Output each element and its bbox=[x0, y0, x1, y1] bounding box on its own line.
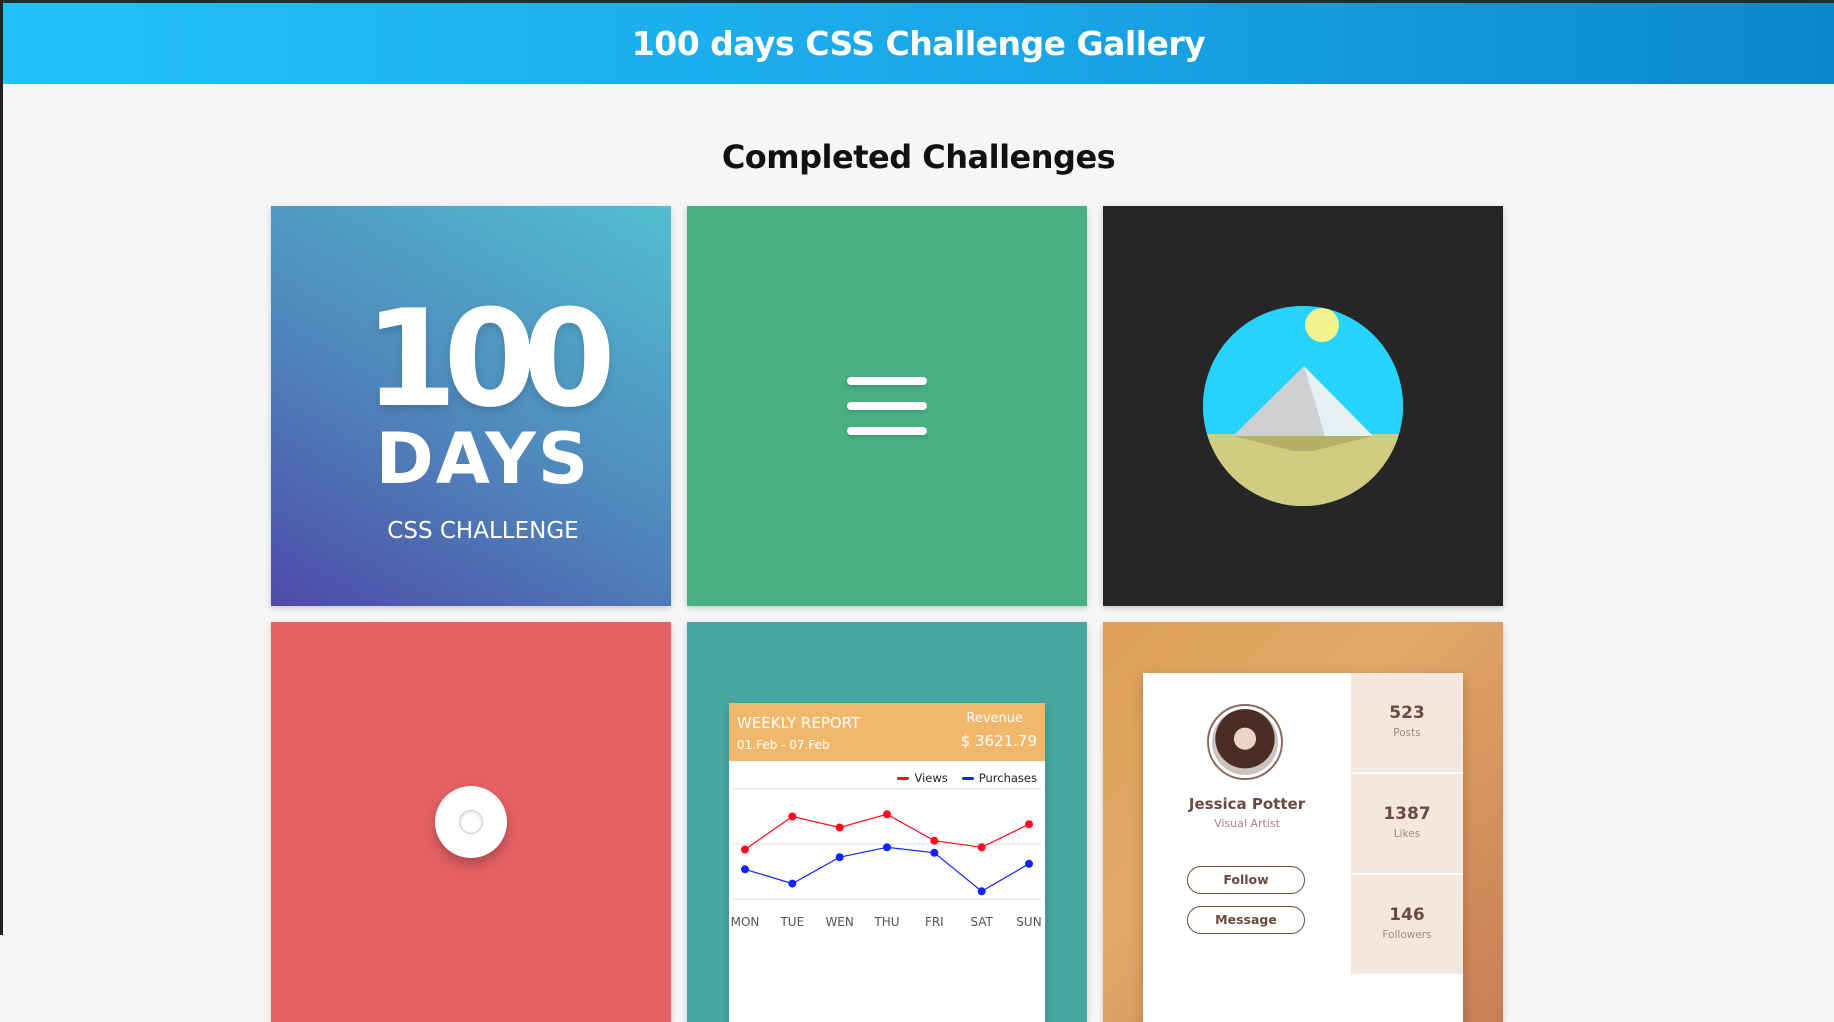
follow-button[interactable]: Follow bbox=[1187, 866, 1305, 894]
data-point-views bbox=[977, 843, 986, 852]
profile-role: Visual Artist bbox=[1214, 817, 1280, 830]
stat-posts: 523 Posts bbox=[1351, 673, 1463, 772]
toggle-indicator bbox=[459, 810, 483, 834]
logo-subtitle: CSS CHALLENGE bbox=[387, 518, 579, 544]
x-tick-label: WEN bbox=[825, 915, 853, 929]
stat-likes: 1387 Likes bbox=[1351, 774, 1463, 873]
pyramid-icon bbox=[1203, 306, 1403, 506]
challenge-card-weekly-report[interactable]: WEEKLY REPORT 01.Feb - 07.Feb Revenue $ … bbox=[687, 622, 1087, 1022]
x-tick-label: MON bbox=[731, 915, 760, 929]
x-tick-label: FRI bbox=[925, 915, 944, 929]
data-point-purchases bbox=[883, 843, 891, 852]
weekly-line-chart: MON TUE WEN THU FRI SAT SUN bbox=[731, 788, 1042, 929]
hamburger-menu-icon[interactable] bbox=[847, 377, 927, 435]
avatar bbox=[1207, 704, 1283, 780]
challenge-card-menu-icon[interactable] bbox=[687, 206, 1087, 606]
data-point-views bbox=[741, 845, 749, 854]
challenge-card-pyramid[interactable] bbox=[1103, 206, 1503, 606]
data-point-purchases bbox=[930, 848, 939, 857]
page-title: 100 days CSS Challenge Gallery bbox=[631, 24, 1206, 63]
challenge-card-toggle[interactable] bbox=[271, 622, 671, 1022]
data-point-views bbox=[1025, 820, 1033, 829]
pyramid-scene-illustration bbox=[1203, 306, 1403, 506]
data-point-views bbox=[930, 836, 939, 845]
profile-card: Jessica Potter Visual Artist Follow Mess… bbox=[1143, 673, 1463, 1022]
x-tick-label: THU bbox=[873, 915, 899, 929]
data-point-views bbox=[835, 823, 844, 832]
logo-days: DAYS bbox=[375, 418, 591, 500]
toggle-button[interactable] bbox=[435, 786, 507, 858]
top-bar: 100 days CSS Challenge Gallery bbox=[3, 0, 1834, 84]
profile-name: Jessica Potter bbox=[1188, 795, 1306, 813]
challenge-card-profile[interactable]: Jessica Potter Visual Artist Follow Mess… bbox=[1103, 622, 1503, 1022]
x-tick-label: TUE bbox=[779, 915, 804, 929]
challenge-card-100-days[interactable]: 100 DAYS CSS CHALLENGE bbox=[271, 206, 671, 606]
profile-stats: 523 Posts 1387 Likes 146 Followers bbox=[1351, 673, 1463, 1022]
series-line-purchases bbox=[744, 846, 1030, 893]
data-point-purchases bbox=[835, 853, 844, 862]
stat-followers: 146 Followers bbox=[1351, 875, 1463, 974]
data-point-purchases bbox=[1025, 859, 1033, 868]
message-button[interactable]: Message bbox=[1187, 906, 1305, 934]
x-tick-label: SAT bbox=[970, 915, 993, 929]
data-point-purchases bbox=[741, 865, 749, 874]
section-title: Completed Challenges bbox=[721, 138, 1116, 176]
data-point-views bbox=[788, 812, 797, 821]
avatar-image bbox=[1212, 709, 1278, 775]
data-point-views bbox=[883, 810, 891, 819]
weekly-report-widget: WEEKLY REPORT 01.Feb - 07.Feb Revenue $ … bbox=[729, 703, 1045, 1022]
profile-main: Jessica Potter Visual Artist Follow Mess… bbox=[1143, 673, 1351, 1022]
data-point-purchases bbox=[977, 887, 986, 896]
data-point-purchases bbox=[788, 879, 797, 888]
logo-number: 100 bbox=[364, 281, 616, 437]
x-tick-label: SUN bbox=[1016, 915, 1041, 929]
